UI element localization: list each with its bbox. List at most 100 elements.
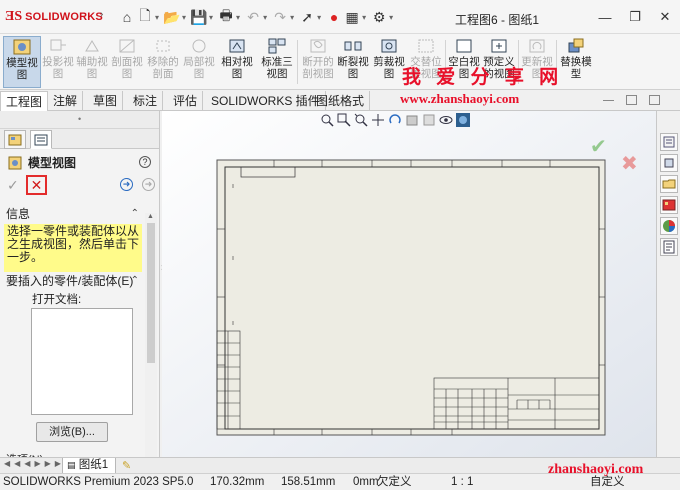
info-section-header[interactable]: 信息 ⌃ — [0, 205, 143, 223]
sheet-nav-arrows-icon[interactable]: ◀◀◀▶▶▶ — [4, 459, 65, 468]
projected-view-button[interactable]: 投影视图 — [42, 36, 74, 88]
section-view-button[interactable]: 剖面视图 — [110, 36, 144, 88]
chevron-down-icon[interactable]: ▾ — [263, 13, 267, 22]
solidworks-logo[interactable]: ƎS SOLIDWORKS — [5, 9, 103, 25]
removed-section-button[interactable]: 移除的 剖面 — [146, 36, 180, 88]
doc-maximize-icon[interactable] — [649, 95, 660, 105]
display-style-icon[interactable] — [422, 113, 436, 127]
tab-feature-tree[interactable] — [4, 130, 26, 149]
zoom-to-fit-icon[interactable] — [320, 113, 334, 127]
cancel-x-icon[interactable]: ✖ — [621, 151, 638, 176]
drawing-sheet[interactable] — [162, 111, 656, 457]
next-arrow-icon[interactable]: ➜ — [142, 178, 155, 191]
home-icon[interactable]: ⌂ — [118, 8, 136, 26]
replace-model-button[interactable]: 替换模型 — [558, 36, 594, 88]
property-manager-panel: • 模型视图 ? ✓ ✕ ➜ ➜ 信息 ⌃ 选择一零件或装配体以从之生成视图，然… — [0, 111, 160, 466]
hide-show-icon[interactable] — [439, 113, 453, 127]
restore-icon[interactable]: ❐ — [620, 0, 650, 34]
task-pane — [656, 111, 680, 457]
view-palette-icon[interactable] — [660, 196, 678, 214]
open-documents-list[interactable] — [31, 308, 133, 415]
browse-button[interactable]: 浏览(B)... — [36, 422, 108, 442]
pan-icon[interactable] — [371, 113, 385, 127]
break-view-button[interactable]: 断裂视图 — [336, 36, 370, 88]
watermark-url: www.zhanshaoyi.com — [400, 91, 520, 106]
tab-sheet-format[interactable]: 图纸格式 — [311, 91, 371, 111]
tab-property-manager[interactable] — [30, 130, 52, 149]
traffic-light-icon[interactable]: ● — [325, 8, 343, 26]
solidworks-resources-icon[interactable] — [660, 133, 678, 151]
undo-icon[interactable]: ↶ — [244, 8, 262, 26]
tab-sketch[interactable]: 草图 — [88, 91, 124, 111]
section-view-icon — [119, 39, 135, 53]
tab-addins[interactable]: SOLIDWORKS 插件 — [206, 91, 326, 111]
options-gear-icon[interactable]: ⚙ — [370, 8, 388, 26]
custom-properties-icon[interactable] — [660, 238, 678, 256]
part-section-header[interactable]: 要插入的零件/装配体(E) ⌃ — [0, 272, 143, 290]
confirm-check-icon[interactable]: ✔ — [590, 134, 607, 159]
feature-tree-icon — [8, 134, 22, 145]
rebuild-icon[interactable]: ▦ — [343, 8, 361, 26]
collapse-icon[interactable]: ⌃ — [131, 272, 139, 290]
close-icon[interactable]: ✕ — [650, 0, 680, 34]
design-library-icon[interactable] — [660, 154, 678, 172]
alternate-position-view-icon — [418, 39, 434, 53]
chevron-down-icon[interactable]: ▾ — [362, 13, 366, 22]
appearances-scenes-icon[interactable] — [660, 217, 678, 235]
scrollbar-thumb[interactable] — [147, 223, 155, 363]
tab-evaluate[interactable]: 评估 — [168, 91, 204, 111]
auxiliary-view-icon — [85, 40, 99, 52]
select-cursor-icon[interactable]: ➚ — [298, 8, 316, 26]
new-document-icon[interactable]: 🗋 — [136, 7, 154, 26]
watermark-text: 我 爱 分 享 网 — [402, 67, 564, 88]
detail-view-button[interactable]: 局部视图 — [182, 36, 216, 88]
doc-minimize-icon[interactable] — [603, 95, 614, 101]
menu-expand-icon[interactable]: › — [100, 9, 103, 20]
previous-view-icon[interactable] — [354, 113, 368, 127]
panel-grip[interactable]: • — [0, 111, 159, 129]
panel-scrollbar[interactable]: ▲ — [145, 213, 157, 457]
ok-button[interactable]: ✓ — [7, 177, 19, 194]
chevron-down-icon[interactable]: ▾ — [317, 13, 321, 22]
chevron-down-icon[interactable]: ▾ — [209, 13, 213, 22]
property-manager-header: 模型视图 — [8, 154, 76, 171]
open-folder-icon[interactable]: 📂 — [163, 8, 181, 26]
help-icon[interactable]: ? — [139, 156, 151, 168]
print-icon[interactable]: 🖶 — [217, 7, 235, 26]
collapse-icon[interactable]: ⌃ — [131, 205, 139, 223]
auxiliary-view-button[interactable]: 辅助视图 — [76, 36, 108, 88]
file-explorer-icon[interactable] — [660, 175, 678, 193]
broken-out-section-button[interactable]: 断开的 剖视图 — [300, 36, 336, 88]
tab-dimension[interactable]: 标注 — [128, 91, 164, 111]
sketch-status: 欠定义 — [377, 476, 412, 488]
grip-dot-icon: • — [78, 114, 82, 124]
cancel-button[interactable]: ✕ — [26, 175, 47, 195]
graphics-area[interactable] — [162, 111, 656, 457]
minimize-icon[interactable]: — — [590, 0, 620, 34]
chevron-down-icon[interactable]: ▾ — [155, 13, 159, 22]
sheet-tab-1[interactable]: ▤ 图纸1 — [62, 458, 116, 474]
redo-icon[interactable]: ↷ — [271, 8, 289, 26]
back-arrow-icon[interactable]: ➜ — [120, 178, 133, 191]
sheet-scale[interactable]: 1 : 1 — [451, 474, 473, 490]
rotate-view-icon[interactable] — [388, 113, 402, 127]
crop-view-button[interactable]: 剪裁视图 — [372, 36, 406, 88]
save-icon[interactable]: 💾 — [190, 8, 208, 26]
standard-3-view-button[interactable]: 标准三 视图 — [258, 36, 296, 88]
doc-restore-icon[interactable] — [626, 95, 637, 105]
tab-drawing[interactable]: 工程图 — [0, 91, 49, 112]
appearance-icon[interactable] — [456, 113, 470, 127]
tab-annotation[interactable]: 注解 — [48, 91, 84, 111]
zoom-to-area-icon[interactable] — [337, 113, 351, 127]
chevron-down-icon[interactable]: ▾ — [389, 13, 393, 22]
add-sheet-icon[interactable]: ✎ — [122, 459, 131, 472]
relative-view-button[interactable]: 相对视图 — [220, 36, 254, 88]
chevron-down-icon[interactable]: ▾ — [182, 13, 186, 22]
product-version: SOLIDWORKS Premium 2023 SP5.0 — [3, 476, 194, 488]
chevron-down-icon[interactable]: ▾ — [236, 13, 240, 22]
scroll-up-icon[interactable]: ▲ — [147, 213, 154, 220]
model-view-button[interactable]: 模型视图 — [3, 36, 41, 88]
view-orientation-icon[interactable] — [405, 113, 419, 127]
chevron-down-icon[interactable]: ▾ — [290, 13, 294, 22]
model-view-icon — [8, 156, 22, 169]
